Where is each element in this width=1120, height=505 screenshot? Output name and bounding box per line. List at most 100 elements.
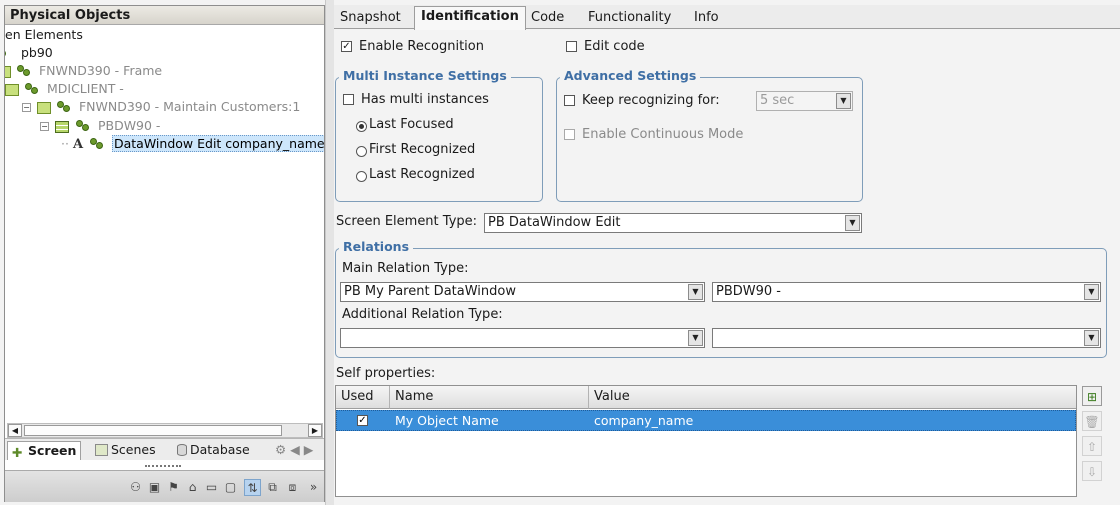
last-focused-radio[interactable] xyxy=(356,121,367,132)
screen-icon: ✚ xyxy=(12,445,23,460)
table-row[interactable]: ✓ My Object Name company_name xyxy=(336,410,1076,431)
value-cell: company_name xyxy=(594,413,694,428)
main-relation-type-select[interactable]: PB My Parent DataWindow ▼ xyxy=(340,282,705,302)
continuous-mode-checkbox[interactable] xyxy=(564,129,575,140)
highlight-icon[interactable]: ⌂ xyxy=(184,479,201,496)
scroll-right-icon[interactable]: ▶ xyxy=(308,424,322,437)
duration-value: 5 sec xyxy=(760,93,795,108)
main-relation-target-select[interactable]: PBDW90 - ▼ xyxy=(712,282,1101,302)
tab-snapshot[interactable]: Snapshot xyxy=(334,8,407,29)
first-recognized-radio[interactable] xyxy=(356,146,367,157)
additional-relation-type-select[interactable]: ▼ xyxy=(340,328,705,348)
window-icon[interactable]: ▭ xyxy=(203,479,220,496)
object-group-icon xyxy=(56,101,72,114)
additional-relation-type-label: Additional Relation Type: xyxy=(342,307,503,322)
last-recognized-radio[interactable] xyxy=(356,171,367,182)
move-up-icon[interactable]: ⇧ xyxy=(1082,436,1102,456)
first-recognized-label: First Recognized xyxy=(369,142,476,157)
physical-objects-panel: Physical Objects en Elements pb90 FNWND3… xyxy=(4,5,325,502)
object-group-icon xyxy=(90,138,105,151)
tab-scenes[interactable]: Scenes xyxy=(91,441,160,460)
tree-horizontal-scrollbar[interactable]: ◀ ▶ xyxy=(7,423,323,438)
tab-database[interactable]: Database xyxy=(173,441,254,460)
tab-functionality[interactable]: Functionality xyxy=(582,8,677,29)
edit-code-label: Edit code xyxy=(584,39,645,54)
self-properties-label: Self properties: xyxy=(336,366,436,381)
object-group-icon xyxy=(75,120,91,133)
move-down-icon[interactable]: ⇩ xyxy=(1082,461,1102,481)
used-checkbox[interactable]: ✓ xyxy=(357,415,368,426)
column-header-name[interactable]: Name xyxy=(390,386,589,409)
enable-recognition-checkbox[interactable]: ✓ xyxy=(341,41,352,52)
properties-tab-bar: Snapshot Identification Code Functionali… xyxy=(334,5,1120,30)
additional-relation-target-select[interactable]: ▼ xyxy=(712,328,1101,348)
frame-icon xyxy=(36,101,51,114)
more-tabs-icon[interactable]: ⚙ ◀ ▶ xyxy=(271,441,317,460)
edit-code-checkbox[interactable] xyxy=(566,41,577,52)
splitter-grip[interactable] xyxy=(145,465,181,469)
dropdown-arrow-icon: ▼ xyxy=(845,215,860,231)
add-property-icon[interactable]: ⊞ xyxy=(1082,386,1102,406)
tree-item-label: FNWND390 - Frame xyxy=(38,63,163,78)
tab-code[interactable]: Code xyxy=(525,8,570,29)
collapse-icon[interactable]: − xyxy=(40,122,49,131)
tab-screen[interactable]: ✚ Screen xyxy=(7,441,82,460)
text-element-icon: A xyxy=(72,136,84,152)
find-objects-icon[interactable]: ⚇ xyxy=(127,479,144,496)
dropdown-arrow-icon: ▼ xyxy=(1084,330,1099,346)
delete-property-icon[interactable]: 🗑 xyxy=(1082,411,1102,431)
tree-item-pb90[interactable]: pb90 xyxy=(5,44,53,62)
tree-item-label: PBDW90 - xyxy=(97,118,161,133)
last-recognized-label: Last Recognized xyxy=(369,167,475,182)
hierarchy-icon[interactable]: ⇅ xyxy=(244,479,261,496)
column-header-value[interactable]: Value xyxy=(589,386,1076,409)
has-multi-instances-label: Has multi instances xyxy=(361,92,489,107)
screen-element-type-label: Screen Element Type: xyxy=(336,214,478,229)
tree-item-label: DataWindow Edit company_name xyxy=(112,135,324,152)
flag-icon[interactable]: ⚑ xyxy=(165,479,182,496)
tab-label: Screen xyxy=(28,443,77,458)
dropdown-arrow-icon: ▼ xyxy=(688,330,703,346)
frame-icon xyxy=(5,83,19,96)
dropdown-arrow-icon: ▼ xyxy=(1084,284,1099,300)
enable-recognition-label: Enable Recognition xyxy=(359,39,484,54)
column-header-used[interactable]: Used xyxy=(336,386,390,409)
tree-item-label: MDICLIENT - xyxy=(46,81,124,96)
cube-icon[interactable]: ▢ xyxy=(222,479,239,496)
dropdown-arrow-icon: ▼ xyxy=(688,284,703,300)
tree-item-label: FNWND390 - Maintain Customers:1 xyxy=(78,99,301,114)
scroll-thumb[interactable] xyxy=(24,425,282,436)
tree-item-company-name[interactable]: ·· A DataWindow Edit company_name xyxy=(61,135,324,153)
paste-icon[interactable]: ⧈ xyxy=(284,479,301,496)
copy-icon[interactable]: ⧉ xyxy=(264,479,281,496)
collapse-icon[interactable]: − xyxy=(22,103,31,112)
panel-title: Physical Objects xyxy=(5,6,324,25)
main-relation-type-value: PB My Parent DataWindow xyxy=(344,284,516,299)
toolbar-overflow-icon[interactable]: » xyxy=(305,479,322,496)
tree-item-maintain-customers[interactable]: − FNWND390 - Maintain Customers:1 xyxy=(22,98,300,116)
main-relation-type-label: Main Relation Type: xyxy=(342,261,469,276)
screen-element-type-select[interactable]: PB DataWindow Edit ▼ xyxy=(484,213,862,233)
tab-label: Scenes xyxy=(111,442,156,457)
tree-item-mdiclient[interactable]: MDICLIENT - xyxy=(5,80,124,98)
tab-identification[interactable]: Identification xyxy=(414,6,526,30)
object-group-icon xyxy=(5,47,14,60)
scenes-icon xyxy=(95,444,108,456)
datawindow-icon xyxy=(54,120,69,133)
keep-recognizing-duration-select[interactable]: 5 sec ▼ xyxy=(756,91,853,111)
object-group-icon xyxy=(16,65,32,78)
tree-item-pbdw90[interactable]: − PBDW90 - xyxy=(40,117,160,135)
keep-recognizing-checkbox[interactable] xyxy=(564,95,575,106)
tree-item-frame[interactable]: FNWND390 - Frame xyxy=(5,62,162,80)
has-multi-instances-checkbox[interactable] xyxy=(343,94,354,105)
pane-splitter[interactable] xyxy=(325,0,334,505)
object-tree: en Elements pb90 FNWND390 - Frame MDICLI… xyxy=(5,26,324,426)
last-focused-label: Last Focused xyxy=(369,117,454,132)
bottom-tab-bar: ✚ Screen Scenes Database ⚙ ◀ ▶ xyxy=(5,438,324,460)
relations-legend: Relations xyxy=(339,239,414,254)
multi-instance-legend: Multi Instance Settings xyxy=(339,68,511,83)
tab-info[interactable]: Info xyxy=(688,8,725,29)
properties-icon[interactable]: ▣ xyxy=(146,479,163,496)
scroll-left-icon[interactable]: ◀ xyxy=(8,424,22,437)
tree-item-elements[interactable]: en Elements xyxy=(5,26,83,44)
